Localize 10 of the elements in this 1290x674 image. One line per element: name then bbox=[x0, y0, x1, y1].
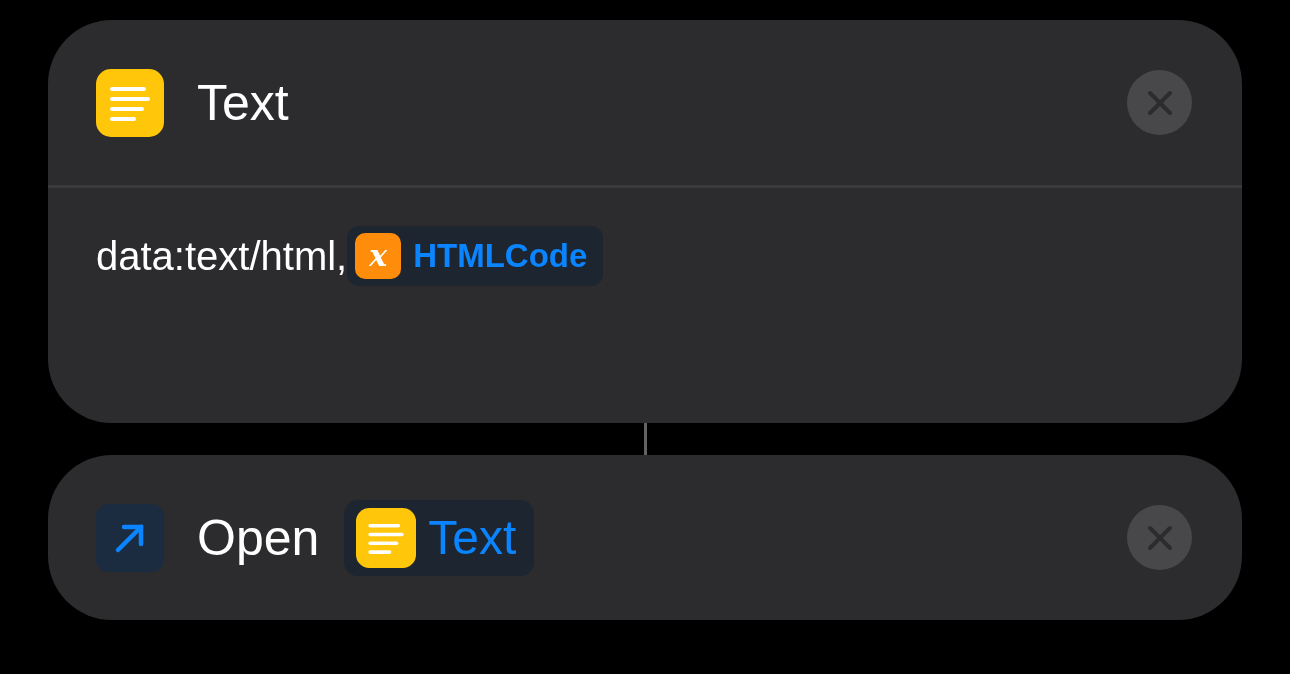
text-content: data:text/html, bbox=[96, 233, 348, 280]
action-title: Open bbox=[197, 508, 320, 567]
parameter-token[interactable]: Text bbox=[344, 499, 535, 576]
close-icon bbox=[1146, 89, 1173, 116]
variable-icon: x bbox=[355, 233, 402, 279]
text-lines-icon bbox=[96, 68, 164, 137]
text-lines-icon bbox=[356, 507, 417, 568]
variable-token[interactable]: x HTMLCode bbox=[347, 226, 604, 286]
action-title: Text bbox=[197, 73, 289, 132]
close-icon bbox=[1146, 524, 1173, 551]
